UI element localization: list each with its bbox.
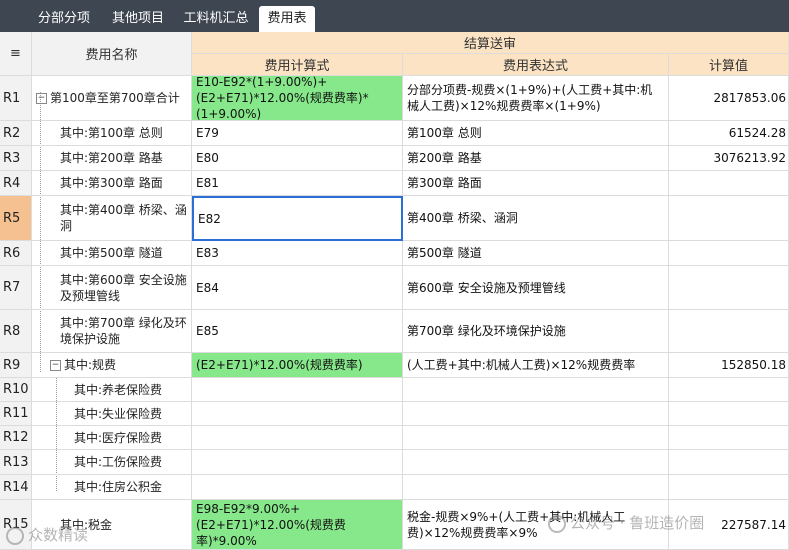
row-header[interactable]: R4 — [0, 171, 32, 196]
tab-fenbu-fenxiang[interactable]: 分部分项 — [30, 6, 98, 32]
formula-cell[interactable]: E81 — [192, 171, 403, 196]
row-header[interactable]: R8 — [0, 310, 32, 353]
row-header[interactable]: R15 — [0, 500, 32, 550]
expression-cell[interactable]: 第700章 绿化及环境保护设施 — [403, 310, 669, 353]
value-cell[interactable]: 227587.14 — [669, 500, 789, 550]
formula-cell[interactable]: E79 — [192, 121, 403, 146]
formula-cell[interactable]: (E2+E71)*12.00%(规费费率) — [192, 353, 403, 378]
row-header[interactable]: R14 — [0, 475, 32, 500]
row-header[interactable]: R6 — [0, 241, 32, 266]
row-name[interactable]: 其中:失业保险费 — [32, 402, 192, 426]
row-name[interactable]: 其中:第700章 绿化及环境保护设施 — [32, 310, 192, 353]
collapse-icon[interactable]: − — [36, 92, 47, 104]
row-name[interactable]: 其中:第400章 桥梁、涵洞 — [32, 196, 192, 241]
row-name[interactable]: 其中:第200章 路基 — [32, 146, 192, 171]
formula-cell[interactable]: E83 — [192, 241, 403, 266]
value-cell[interactable]: 2817853.06 — [669, 76, 789, 121]
formula-cell[interactable] — [192, 402, 403, 426]
formula-cell[interactable] — [192, 426, 403, 450]
value-cell[interactable] — [669, 426, 789, 450]
row-name[interactable]: 其中:住房公积金 — [32, 475, 192, 500]
expression-cell[interactable] — [403, 402, 669, 426]
tab-feiyong-biao[interactable]: 费用表 — [259, 6, 315, 32]
tab-gongliaoji-huizong[interactable]: 工料机汇总 — [178, 6, 254, 32]
formula-cell[interactable] — [192, 378, 403, 402]
expression-cell[interactable]: 第500章 隧道 — [403, 241, 669, 266]
tab-bar: 分部分项 其他项目 工料机汇总 费用表 — [0, 0, 789, 32]
expression-cell[interactable] — [403, 450, 669, 475]
row-header[interactable]: R10 — [0, 378, 32, 402]
row-header-selected[interactable]: R5 — [0, 196, 32, 241]
expression-cell[interactable]: 第600章 安全设施及预埋管线 — [403, 266, 669, 310]
row-name-text: 其中:规费 — [64, 358, 117, 372]
value-cell[interactable]: 152850.18 — [669, 353, 789, 378]
column-header-expression[interactable]: 费用表达式 — [403, 54, 669, 76]
value-cell[interactable]: 61524.28 — [669, 121, 789, 146]
row-name[interactable]: 其中:第300章 路面 — [32, 171, 192, 196]
value-cell[interactable] — [669, 171, 789, 196]
expression-cell[interactable]: 分部分项费-规费×(1+9%)+(人工费+其中:机械人工费)×12%规费费率×(… — [403, 76, 669, 121]
formula-cell[interactable] — [192, 475, 403, 500]
formula-cell[interactable] — [192, 450, 403, 475]
formula-cell[interactable]: E98-E92*9.00%+(E2+E71)*12.00%(规费费率)*9.00… — [192, 500, 403, 550]
tab-qita-xiangmu[interactable]: 其他项目 — [104, 6, 172, 32]
expression-cell[interactable] — [403, 475, 669, 500]
column-group-header: 结算送审 — [192, 32, 789, 54]
column-header-name[interactable]: 费用名称 — [32, 32, 192, 76]
value-cell[interactable]: 3076213.92 — [669, 146, 789, 171]
expression-cell[interactable] — [403, 378, 669, 402]
expression-cell[interactable]: 税金-规费×9%+(人工费+其中:机械人工费)×12%规费费率×9% — [403, 500, 669, 550]
row-name-text: 第100章至第700章合计 — [50, 91, 180, 105]
value-cell[interactable] — [669, 450, 789, 475]
menu-icon: ≡ — [10, 46, 21, 61]
value-cell[interactable] — [669, 310, 789, 353]
formula-cell[interactable]: E10-E92*(1+9.00%)+(E2+E71)*12.00%(规费费率)*… — [192, 76, 403, 121]
column-header-value[interactable]: 计算值 — [669, 54, 789, 76]
row-header[interactable]: R7 — [0, 266, 32, 310]
column-menu-button[interactable]: ≡ — [0, 32, 32, 76]
row-name[interactable]: − 其中:规费 — [32, 353, 192, 378]
row-header[interactable]: R11 — [0, 402, 32, 426]
value-cell[interactable] — [669, 241, 789, 266]
row-header[interactable]: R2 — [0, 121, 32, 146]
expression-cell[interactable]: 第300章 路面 — [403, 171, 669, 196]
value-cell[interactable] — [669, 266, 789, 310]
expression-cell[interactable]: 第100章 总则 — [403, 121, 669, 146]
row-name[interactable]: 其中:养老保险费 — [32, 378, 192, 402]
row-name[interactable]: 其中:第100章 总则 — [32, 121, 192, 146]
row-header[interactable]: R1 — [0, 76, 32, 121]
value-cell[interactable] — [669, 378, 789, 402]
row-header[interactable]: R13 — [0, 450, 32, 475]
row-header[interactable]: R12 — [0, 426, 32, 450]
row-name[interactable]: 其中:税金 — [32, 500, 192, 550]
formula-cell[interactable]: E84 — [192, 266, 403, 310]
fee-table-grid: ≡ 费用名称 结算送审 费用计算式 费用表达式 计算值 R1 − 第100章至第… — [0, 32, 789, 550]
expression-cell[interactable]: (人工费+其中:机械人工费)×12%规费费率 — [403, 353, 669, 378]
expression-cell[interactable] — [403, 426, 669, 450]
column-header-formula[interactable]: 费用计算式 — [192, 54, 403, 76]
row-name[interactable]: 其中:第600章 安全设施及预埋管线 — [32, 266, 192, 310]
row-header[interactable]: R9 — [0, 353, 32, 378]
value-cell[interactable] — [669, 402, 789, 426]
expression-cell[interactable]: 第200章 路基 — [403, 146, 669, 171]
value-cell[interactable] — [669, 475, 789, 500]
expression-cell[interactable]: 第400章 桥梁、涵洞 — [403, 196, 669, 241]
formula-cell-selected[interactable]: E82 — [192, 196, 403, 241]
formula-cell[interactable]: E80 — [192, 146, 403, 171]
row-name[interactable]: 其中:医疗保险费 — [32, 426, 192, 450]
row-name[interactable]: 其中:第500章 隧道 — [32, 241, 192, 266]
formula-cell[interactable]: E85 — [192, 310, 403, 353]
row-header[interactable]: R3 — [0, 146, 32, 171]
value-cell[interactable] — [669, 196, 789, 241]
row-name[interactable]: 其中:工伤保险费 — [32, 450, 192, 475]
row-name[interactable]: − 第100章至第700章合计 — [32, 76, 192, 121]
collapse-icon[interactable]: − — [50, 359, 61, 371]
